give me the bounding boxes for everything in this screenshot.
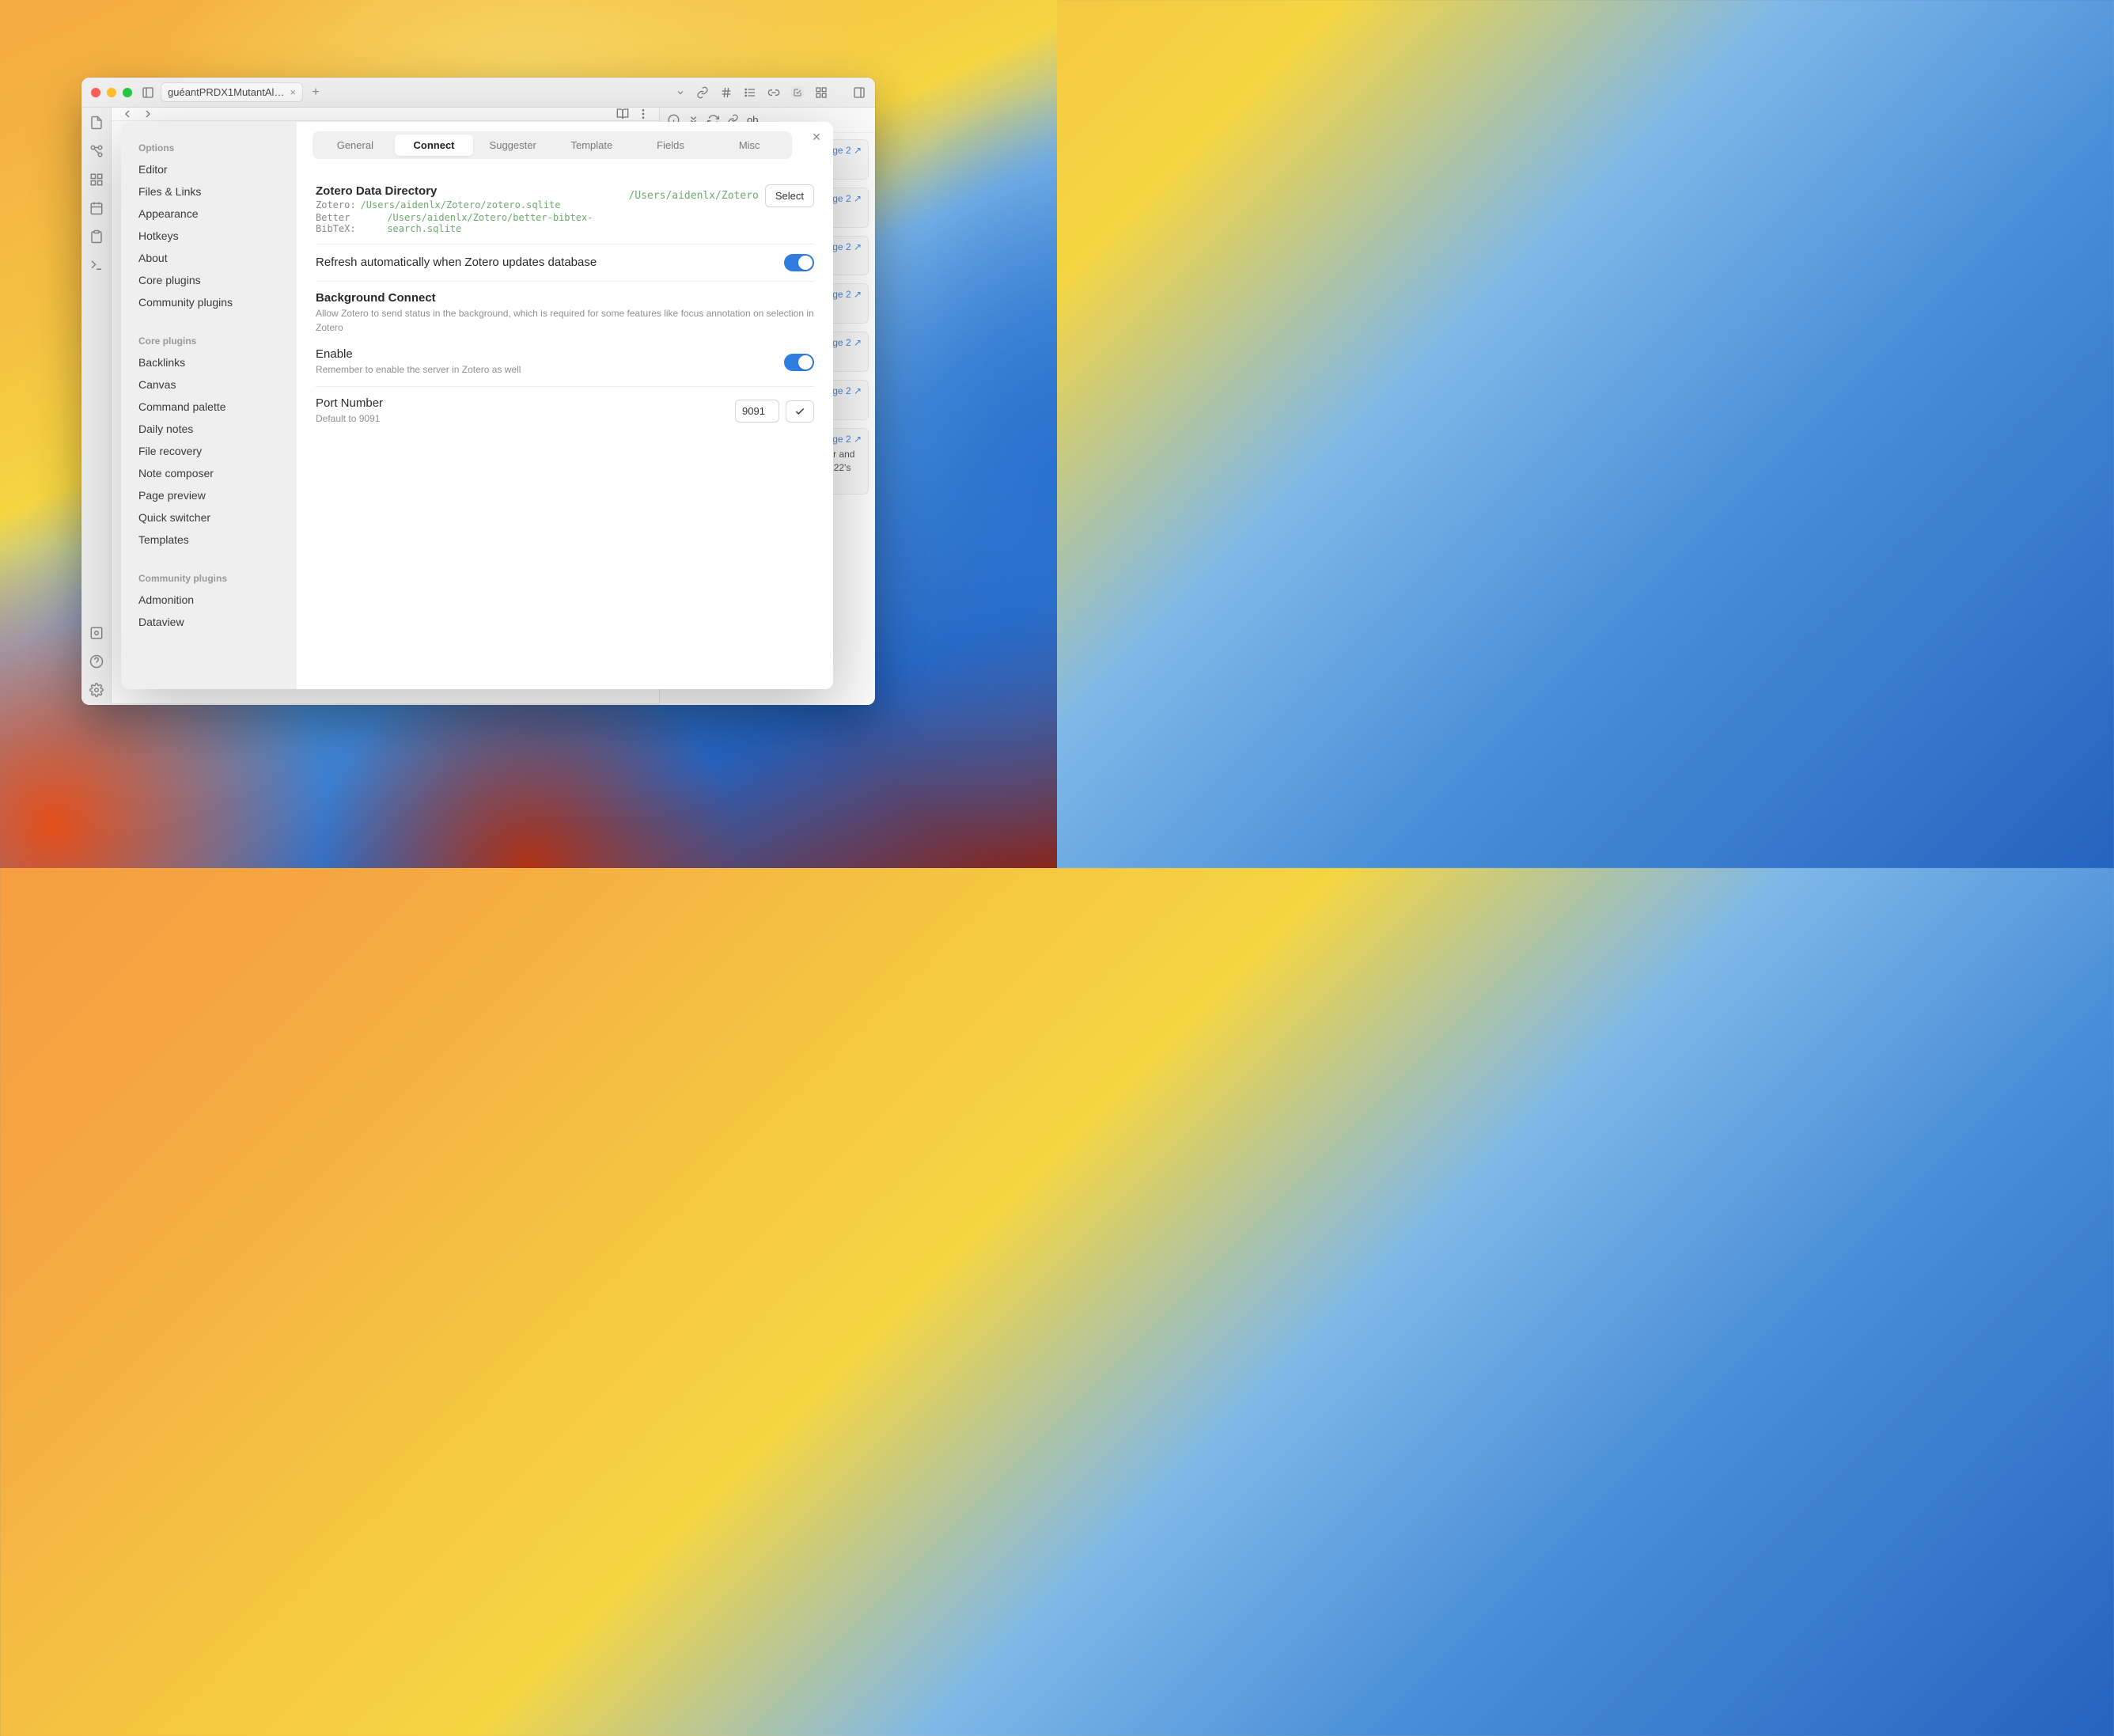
settings-heading-options: Options [138,142,279,154]
select-directory-button[interactable]: Select [765,184,814,207]
hash-icon[interactable] [720,86,733,99]
settings-nav-files-links[interactable]: Files & Links [131,180,287,203]
highlight-icon[interactable] [791,86,804,99]
settings-sidebar: Options EditorFiles & LinksAppearanceHot… [121,122,297,689]
settings-nav-editor[interactable]: Editor [131,158,287,180]
files-icon[interactable] [89,116,104,130]
zotero-dir-display: /Users/aidenlx/Zotero [628,190,758,202]
settings-tab-fields[interactable]: Fields [631,135,710,156]
titlebar: guéantPRDX1MutantAllel… × + [81,78,875,108]
window-minimize-button[interactable] [107,88,116,97]
bbt-key: Better BibTeX: [316,212,382,234]
grid-icon[interactable] [815,86,828,99]
refresh-toggle[interactable] [784,254,814,271]
settings-nav-page-preview[interactable]: Page preview [131,484,287,506]
right-sidebar-toggle-icon[interactable] [853,86,866,99]
settings-nav-command-palette[interactable]: Command palette [131,396,287,418]
new-tab-button[interactable]: + [306,83,325,102]
left-rail [81,108,112,705]
nav-back-icon[interactable] [121,108,134,120]
settings-nav-canvas[interactable]: Canvas [131,373,287,396]
settings-tab-connect[interactable]: Connect [395,135,474,156]
setting-zotero-dir-title: Zotero Data Directory [316,184,620,198]
settings-icon[interactable] [89,683,104,697]
settings-nav-appearance[interactable]: Appearance [131,203,287,225]
template-icon[interactable] [89,229,104,244]
settings-tab-general[interactable]: General [316,135,395,156]
settings-nav-about[interactable]: About [131,247,287,269]
nav-forward-icon[interactable] [142,108,154,120]
traffic-lights [91,88,132,97]
help-icon[interactable] [89,654,104,669]
port-title: Port Number [316,396,727,410]
link-chain-icon[interactable] [767,86,780,99]
settings-nav-admonition[interactable]: Admonition [131,589,287,611]
settings-nav-community-plugins[interactable]: Community plugins [131,291,287,313]
vault-icon[interactable] [89,626,104,640]
settings-nav-hotkeys[interactable]: Hotkeys [131,225,287,247]
tab-dropdown-icon[interactable] [674,86,687,99]
graph-icon[interactable] [89,144,104,158]
tab-close-icon[interactable]: × [290,86,296,98]
settings-nav-file-recovery[interactable]: File recovery [131,440,287,462]
list-icon[interactable] [744,86,756,99]
settings-nav-backlinks[interactable]: Backlinks [131,351,287,373]
zotero-path: /Users/aidenlx/Zotero/zotero.sqlite [361,199,561,210]
settings-nav-daily-notes[interactable]: Daily notes [131,418,287,440]
port-confirm-button[interactable] [786,400,814,423]
command-icon[interactable] [89,258,104,272]
more-options-icon[interactable] [637,108,650,120]
port-desc: Default to 9091 [316,411,727,426]
settings-nav-templates[interactable]: Templates [131,529,287,551]
enable-title: Enable [316,347,776,361]
bg-connect-title: Background Connect [316,291,814,305]
settings-tab-misc[interactable]: Misc [710,135,789,156]
port-input[interactable] [735,400,779,423]
settings-tab-template[interactable]: Template [552,135,631,156]
settings-modal: Options EditorFiles & LinksAppearanceHot… [121,122,833,689]
setting-refresh-title: Refresh automatically when Zotero update… [316,256,776,269]
bg-connect-desc: Allow Zotero to send status in the backg… [316,306,814,335]
status-folder[interactable]: 在父本 [438,704,464,705]
app-window: guéantPRDX1MutantAllel… × + [81,78,875,705]
settings-heading-core: Core plugins [138,335,279,347]
left-sidebar-toggle-icon[interactable] [142,86,154,99]
settings-nav-dataview[interactable]: Dataview [131,611,287,633]
settings-main: × GeneralConnectSuggesterTemplateFieldsM… [297,122,833,689]
canvas-icon[interactable] [89,172,104,187]
settings-heading-community: Community plugins [138,573,279,584]
settings-close-button[interactable]: × [808,128,825,146]
settings-tabstrip: GeneralConnectSuggesterTemplateFieldsMis… [313,131,792,159]
settings-nav-core-plugins[interactable]: Core plugins [131,269,287,291]
link-icon[interactable] [696,86,709,99]
bbt-path: /Users/aidenlx/Zotero/better-bibtex-sear… [387,212,620,234]
settings-tab-suggester[interactable]: Suggester [473,135,552,156]
window-zoom-button[interactable] [123,88,132,97]
enable-toggle[interactable] [784,354,814,371]
zotero-key: Zotero: [316,199,356,210]
settings-nav-quick-switcher[interactable]: Quick switcher [131,506,287,529]
tab-title: guéantPRDX1MutantAllel… [168,86,285,98]
calendar-icon[interactable] [89,201,104,215]
statusbar: 31 在父本 0 backlinks 2834 words 11992 char… [112,703,659,705]
reading-view-icon[interactable] [616,108,629,120]
document-tab[interactable]: guéantPRDX1MutantAllel… × [161,82,303,102]
settings-nav-note-composer[interactable]: Note composer [131,462,287,484]
enable-desc: Remember to enable the server in Zotero … [316,362,776,377]
window-close-button[interactable] [91,88,100,97]
